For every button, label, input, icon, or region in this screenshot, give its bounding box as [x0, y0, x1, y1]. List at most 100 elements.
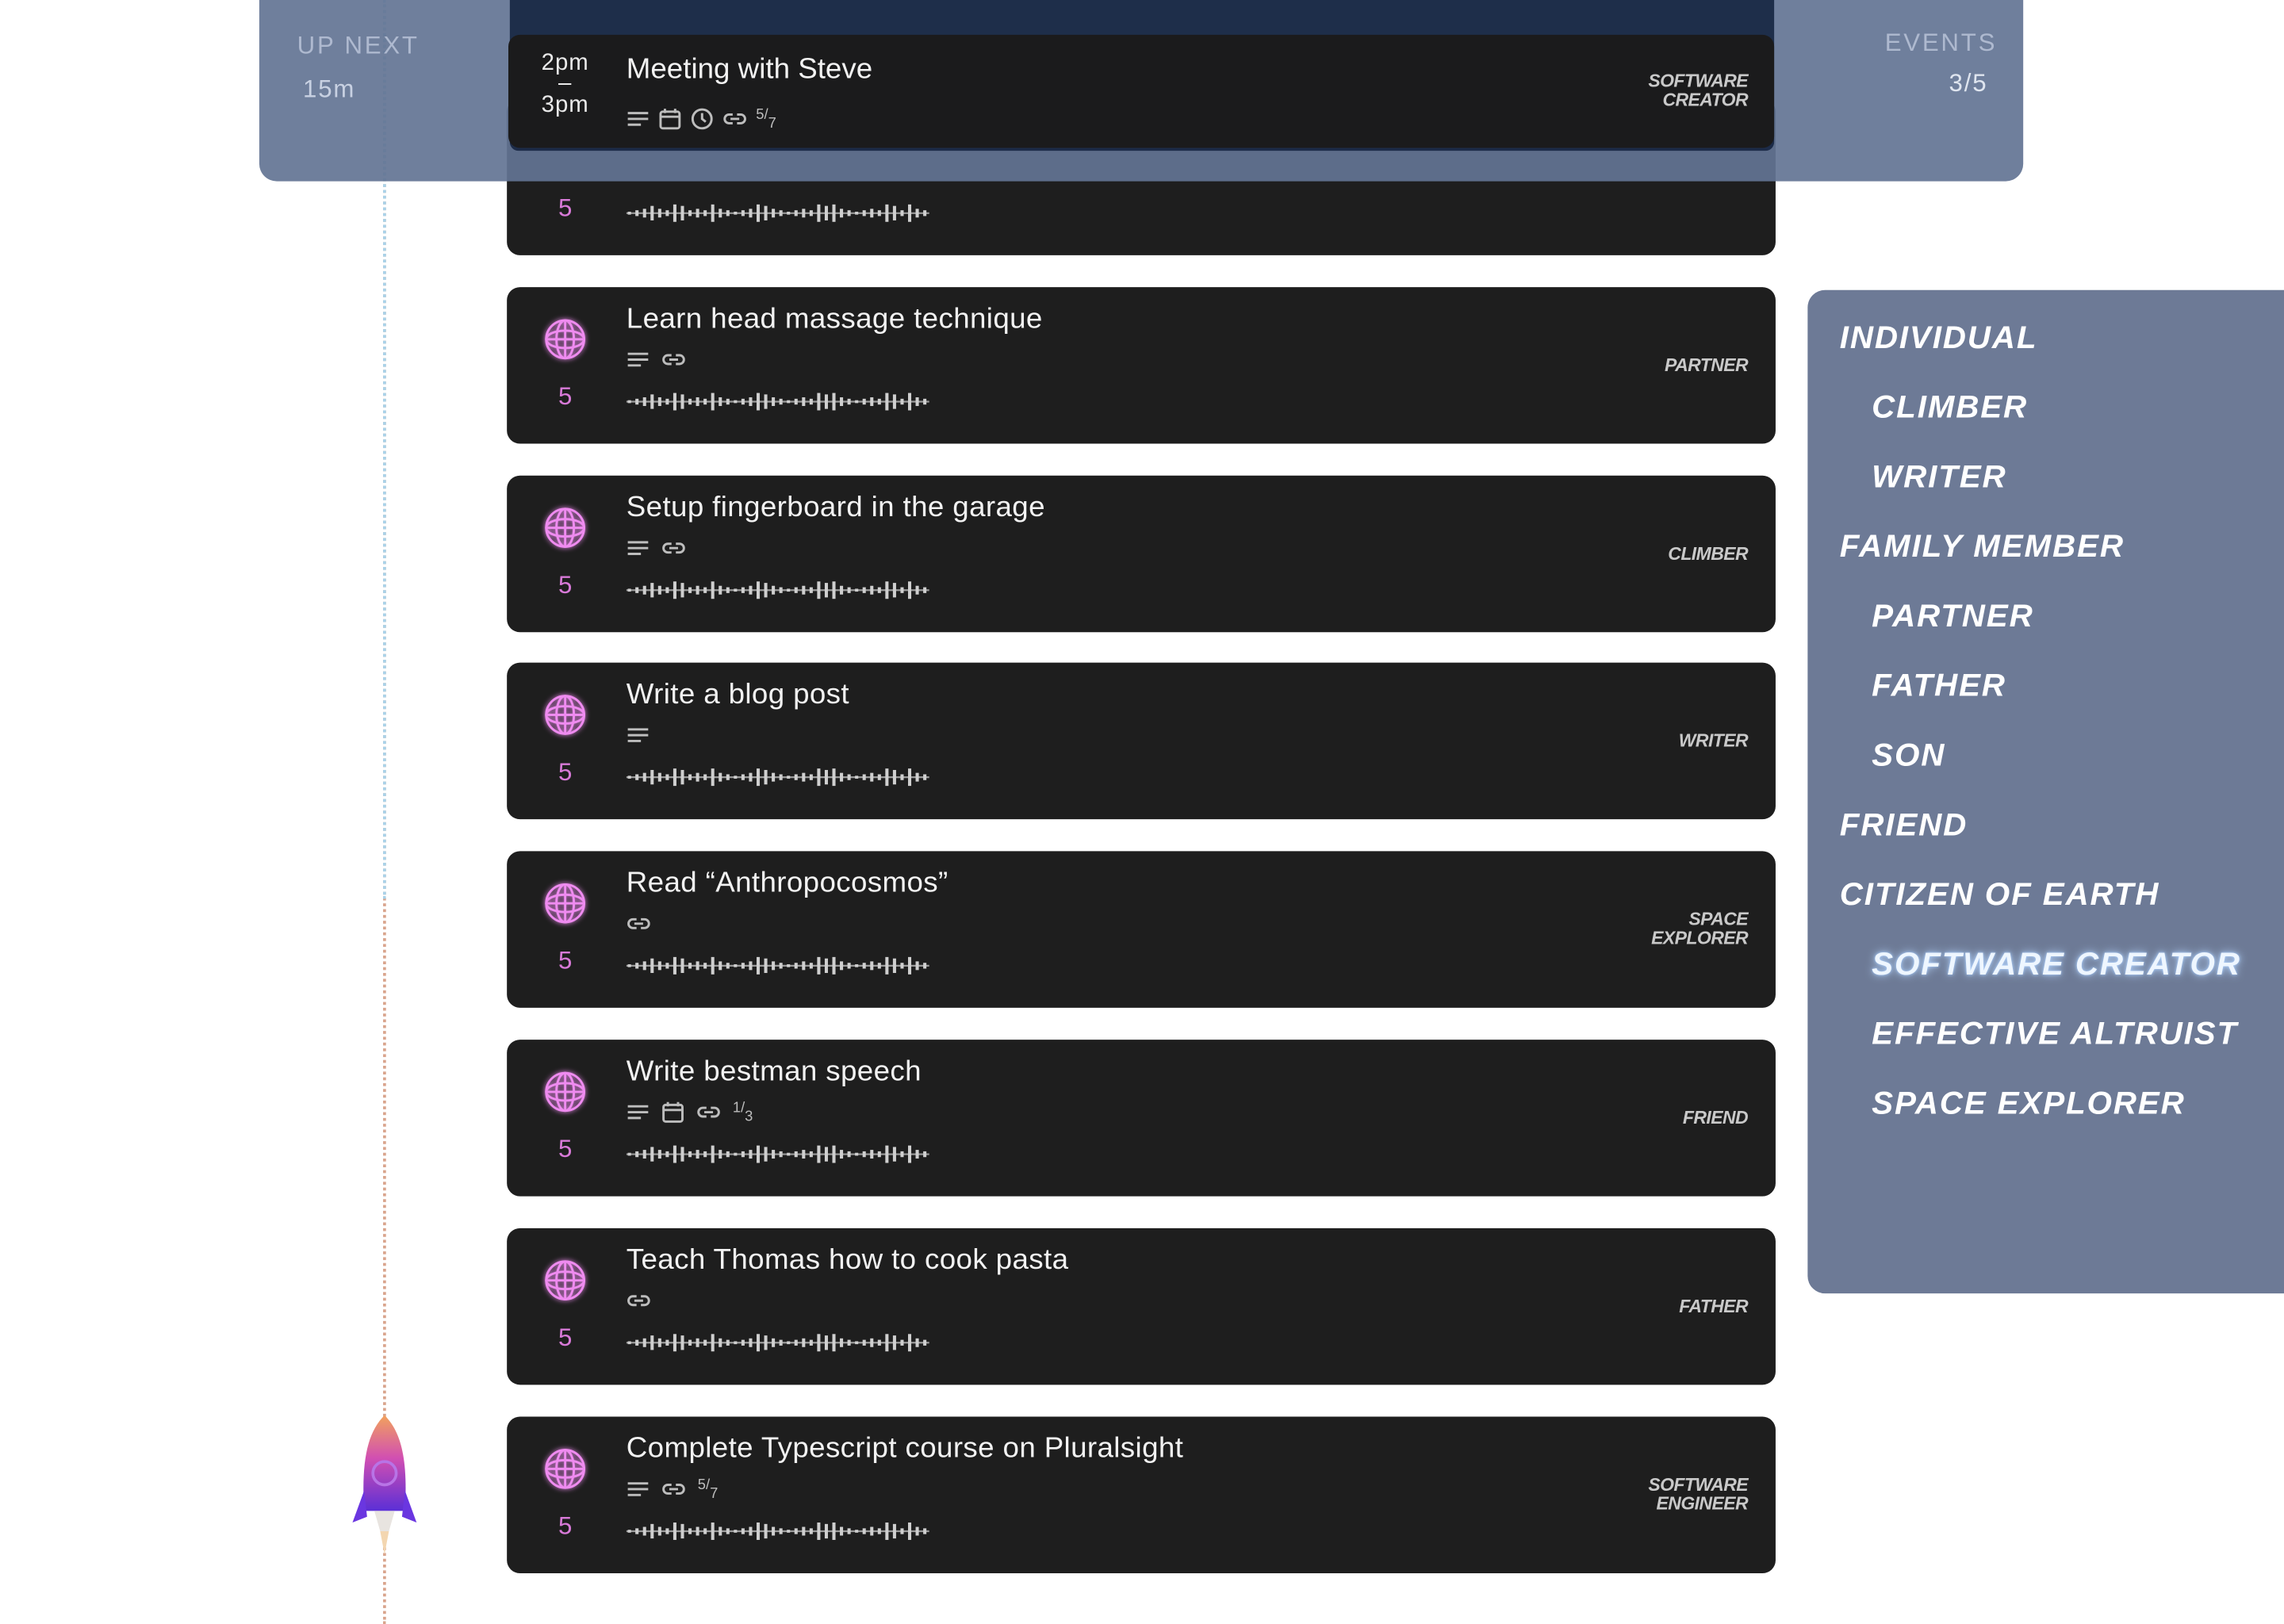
task-card[interactable]: 5 Write a blog post WRITER: [507, 662, 1776, 820]
waveform-bar: [817, 1334, 821, 1352]
waveform-bar: [734, 211, 738, 215]
task-role-tag: WRITER: [1679, 663, 1749, 819]
waveform-bar: [696, 209, 699, 218]
waveform-bar: [680, 583, 684, 598]
waveform-bar: [900, 587, 904, 593]
waveform-bar: [665, 587, 669, 593]
waveform-bar: [907, 956, 912, 975]
waveform-bar: [779, 1339, 783, 1346]
task-card[interactable]: 5 Read “Anthropocosmos” SPACE EXPLORER: [507, 851, 1776, 1008]
waveform-bar: [756, 1522, 761, 1540]
waveform-bar: [809, 1339, 813, 1346]
waveform-bar: [642, 209, 646, 218]
task-role-tag: CLIMBER: [1668, 476, 1748, 632]
waveform-bar: [688, 1151, 692, 1158]
waveform-bar: [635, 774, 639, 780]
waveform-bar: [787, 1152, 791, 1156]
waveform-bar: [657, 1150, 661, 1159]
waveform-bar: [719, 961, 722, 971]
role-item[interactable]: EFFECTIVE ALTRUIST: [1872, 1015, 2238, 1053]
waveform-bar: [635, 210, 639, 216]
waveform-bar: [870, 585, 874, 595]
task-icons: 5/7: [627, 1477, 718, 1503]
task-card[interactable]: 5 Complete Typescript course on Pluralsig…: [507, 1416, 1776, 1574]
role-item[interactable]: CLIMBER: [1872, 389, 2028, 427]
task-score: 5: [558, 571, 573, 599]
waveform-bar: [741, 398, 745, 405]
role-item[interactable]: FRIEND: [1840, 806, 1968, 845]
waveform-bar: [915, 961, 919, 971]
role-item[interactable]: SPACE EXPLORER: [1872, 1085, 2185, 1123]
waveform-bar: [741, 774, 745, 780]
waveform-bar: [673, 393, 676, 411]
waveform-bar: [824, 958, 828, 973]
task-role-tag: SPACE EXPLORER: [1651, 851, 1748, 1007]
task-card[interactable]: 5 Setup fingerboard in the garage CLIMBER: [507, 475, 1776, 633]
waveform-bar: [809, 587, 813, 593]
waveform-bar: [885, 768, 889, 787]
role-item[interactable]: FAMILY MEMBER: [1840, 528, 2125, 566]
waveform-bar: [642, 1526, 646, 1536]
waveform-bar: [741, 1528, 745, 1534]
waveform-bar: [877, 1339, 881, 1346]
waveform-bar: [719, 1150, 722, 1159]
waveform-bar: [673, 768, 676, 787]
waveform-bar: [847, 774, 851, 780]
waveform-icon: [626, 1145, 929, 1163]
task-score: 5: [558, 382, 573, 411]
waveform-bar: [840, 1526, 844, 1536]
waveform-bar: [840, 585, 844, 595]
role-item[interactable]: WRITER: [1872, 458, 2006, 496]
role-item[interactable]: CITIZEN OF EARTH: [1840, 875, 2160, 914]
waveform-bar: [885, 956, 889, 975]
waveform-bar: [802, 397, 806, 407]
role-item[interactable]: INDIVIDUAL: [1840, 319, 2038, 357]
waveform-bar: [787, 964, 791, 967]
role-item[interactable]: FATHER: [1872, 667, 2006, 705]
events-label: EVENTS: [1884, 29, 1998, 57]
waveform-bar: [779, 774, 783, 780]
waveform-bar: [923, 774, 927, 780]
waveform-bar: [726, 1339, 730, 1346]
waveform-bar: [665, 1528, 669, 1534]
current-event-card[interactable]: 2pm – 3pm Meeting with Steve 5/7 SOFTWAR…: [508, 34, 1775, 148]
waveform-bar: [635, 963, 639, 969]
waveform-bar: [665, 1339, 669, 1346]
globe-icon: [539, 1442, 592, 1495]
waveform-bar: [756, 1334, 761, 1352]
waveform-bar: [824, 769, 828, 785]
waveform-bar: [824, 1523, 828, 1539]
task-card[interactable]: 5 Learn head massage technique PARTNER: [507, 287, 1776, 444]
waveform-bar: [892, 394, 896, 409]
waveform-bar: [907, 581, 912, 599]
task-title: Teach Thomas how to cook pasta: [626, 1243, 1069, 1277]
waveform-bar: [900, 774, 904, 780]
role-item[interactable]: SON: [1872, 737, 1945, 775]
role-item[interactable]: SOFTWARE CREATOR: [1872, 945, 2241, 983]
role-item[interactable]: PARTNER: [1872, 597, 2033, 635]
waveform-bar: [764, 1147, 768, 1162]
waveform-bar: [719, 585, 722, 595]
link-icon: [627, 1292, 651, 1309]
waveform-bar: [892, 769, 896, 785]
waveform-bar: [642, 1150, 646, 1159]
task-role-tag: SOFTWARE ENGINEER: [1648, 1417, 1748, 1573]
waveform-bar: [885, 1522, 889, 1540]
waveform-bar: [711, 956, 715, 975]
waveform-bar: [892, 1523, 896, 1539]
waveform-bar: [703, 774, 707, 780]
waveform-bar: [870, 1150, 874, 1159]
task-card[interactable]: 5 Write bestman speech 1/3 FRIEND: [507, 1040, 1776, 1197]
waveform-bar: [642, 772, 646, 782]
waveform-bar: [885, 1145, 889, 1163]
waveform-bar: [847, 210, 851, 216]
task-card[interactable]: 5 Teach Thomas how to cook pasta FATHER: [507, 1228, 1776, 1385]
waveform-bar: [862, 1528, 866, 1534]
waveform-bar: [642, 397, 646, 407]
waveform-bar: [680, 958, 684, 973]
waveform-bar: [923, 210, 927, 216]
task-score: 5: [558, 194, 573, 222]
link-icon: [696, 1104, 721, 1121]
waveform-bar: [923, 1151, 927, 1158]
waveform-bar: [680, 205, 684, 220]
